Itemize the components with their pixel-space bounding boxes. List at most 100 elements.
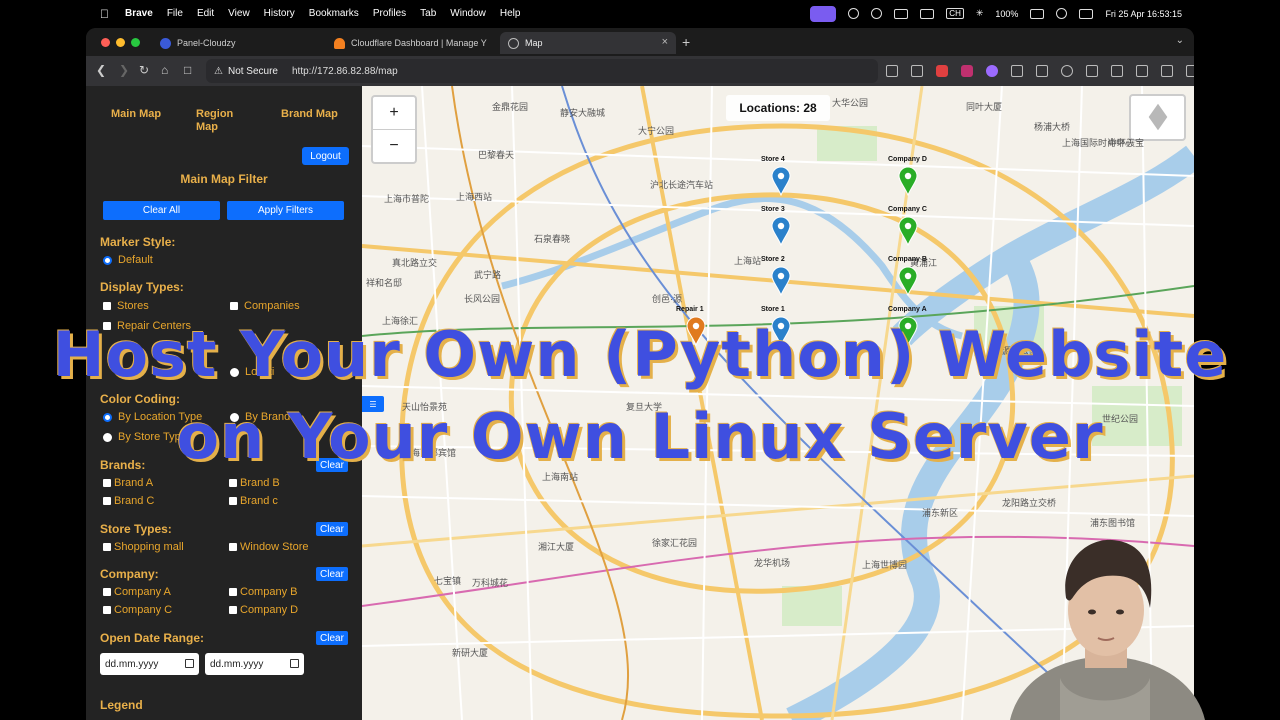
back-button[interactable]: ❮	[96, 63, 106, 77]
bluetooth-icon[interactable]: ✳	[976, 8, 984, 19]
checkbox[interactable]	[103, 497, 111, 505]
checkbox[interactable]	[229, 497, 237, 505]
control-center-icon[interactable]	[1079, 8, 1094, 19]
extension-icon[interactable]	[1036, 65, 1048, 77]
reload-button[interactable]: ↻	[139, 63, 149, 77]
checkbox[interactable]	[103, 588, 111, 596]
map-marker-pin-icon[interactable]	[771, 166, 791, 196]
extensions-icon[interactable]	[1111, 65, 1123, 77]
wifi-icon[interactable]	[1056, 8, 1068, 19]
key-icon[interactable]	[886, 65, 898, 77]
new-tab-button[interactable]: +	[682, 34, 690, 50]
map-marker-pin-icon[interactable]	[898, 166, 918, 196]
map-marker-pin-icon[interactable]	[771, 266, 791, 296]
map-marker-pin-icon[interactable]	[771, 216, 791, 246]
company-a[interactable]: Company A	[103, 586, 171, 598]
marker-style-default[interactable]: Default	[103, 254, 153, 266]
extension-icon[interactable]	[1086, 65, 1098, 77]
tab-panel-cloudzy[interactable]: Panel-Cloudzy	[152, 32, 322, 54]
checkbox[interactable]	[229, 606, 237, 614]
end-date-input[interactable]: dd.mm.yyyy	[205, 653, 304, 675]
status-icon[interactable]	[894, 8, 909, 19]
zoom-out-button[interactable]: −	[373, 130, 415, 162]
wallet-icon[interactable]	[1161, 65, 1173, 77]
display-companies[interactable]: Companies	[230, 300, 300, 312]
bookmark-button[interactable]: □	[184, 63, 191, 77]
address-bar[interactable]: ⚠ Not Secure http://172.86.82.88/map	[206, 59, 878, 83]
close-window-button[interactable]	[101, 38, 110, 47]
vpn-icon[interactable]	[1186, 65, 1194, 77]
checkbox[interactable]	[103, 543, 111, 551]
clock[interactable]: Fri 25 Apr 16:53:15	[1105, 9, 1182, 19]
status-icon[interactable]	[848, 8, 860, 19]
checkbox[interactable]	[229, 588, 237, 596]
display-stores[interactable]: Stores	[103, 300, 149, 312]
close-tab-icon[interactable]: ×	[662, 36, 668, 48]
company-d[interactable]: Company D	[229, 604, 298, 616]
map-marker-pin-icon[interactable]	[898, 216, 918, 246]
share-icon[interactable]	[911, 65, 923, 77]
clear-all-button[interactable]: Clear All	[103, 201, 220, 220]
open-date-clear-button[interactable]: Clear	[316, 631, 348, 645]
extension-icon[interactable]	[1061, 65, 1073, 77]
nav-region-map[interactable]: Region Map	[196, 108, 256, 134]
checkbox[interactable]	[229, 479, 237, 487]
home-button[interactable]: ⌂	[161, 63, 168, 77]
brand-a[interactable]: Brand A	[103, 477, 153, 489]
nav-main-map[interactable]: Main Map	[111, 108, 171, 134]
store-types-clear-button[interactable]: Clear	[316, 522, 348, 536]
menu-bookmarks[interactable]: Bookmarks	[309, 8, 359, 19]
input-source[interactable]: CH	[946, 8, 964, 19]
company-c[interactable]: Company C	[103, 604, 172, 616]
zoom-window-button[interactable]	[131, 38, 140, 47]
security-label[interactable]: Not Secure	[228, 66, 278, 77]
chevron-down-icon[interactable]: ⌄	[1176, 35, 1184, 46]
screen-share-icon[interactable]	[810, 5, 837, 22]
extension-icon[interactable]	[986, 65, 998, 77]
forward-button[interactable]: ❯	[119, 63, 129, 77]
calendar-icon[interactable]	[290, 659, 299, 668]
apply-filters-button[interactable]: Apply Filters	[227, 201, 344, 220]
checkbox[interactable]	[103, 606, 111, 614]
checkbox[interactable]	[230, 302, 238, 310]
layers-control[interactable]	[1129, 94, 1186, 141]
menu-file[interactable]: File	[167, 8, 183, 19]
url-text[interactable]: http://172.86.82.88/map	[292, 66, 398, 77]
brave-rewards-icon[interactable]	[961, 65, 973, 77]
calendar-icon[interactable]	[185, 659, 194, 668]
menu-help[interactable]: Help	[500, 8, 521, 19]
nav-brand-map[interactable]: Brand Map	[281, 108, 341, 134]
brand-c-lower[interactable]: Brand c	[229, 495, 278, 507]
sidebar-icon[interactable]	[1136, 65, 1148, 77]
checkbox[interactable]	[229, 543, 237, 551]
brave-shields-icon[interactable]	[936, 65, 948, 77]
logout-button[interactable]: Logout	[302, 147, 349, 165]
menu-profiles[interactable]: Profiles	[373, 8, 406, 19]
store-type-window-store[interactable]: Window Store	[229, 541, 308, 553]
extension-icon[interactable]	[1011, 65, 1023, 77]
menu-app-name[interactable]: Brave	[125, 8, 153, 19]
store-type-shopping-mall[interactable]: Shopping mall	[103, 541, 184, 553]
menu-tab[interactable]: Tab	[420, 8, 436, 19]
battery-icon[interactable]	[1030, 8, 1045, 19]
map-marker-pin-icon[interactable]	[898, 266, 918, 296]
company-b[interactable]: Company B	[229, 586, 297, 598]
apple-icon[interactable]: 	[100, 7, 109, 21]
checkbox[interactable]	[103, 479, 111, 487]
company-clear-button[interactable]: Clear	[316, 567, 348, 581]
menu-history[interactable]: History	[264, 8, 295, 19]
menu-view[interactable]: View	[228, 8, 250, 19]
brand-c[interactable]: Brand C	[103, 495, 154, 507]
tab-map[interactable]: Map ×	[500, 32, 676, 54]
start-date-input[interactable]: dd.mm.yyyy	[100, 653, 199, 675]
window-icon[interactable]	[920, 8, 935, 19]
menu-edit[interactable]: Edit	[197, 8, 214, 19]
tab-cloudflare[interactable]: Cloudflare Dashboard | Manage Y	[326, 32, 496, 54]
status-icon[interactable]	[871, 8, 883, 19]
minimize-window-button[interactable]	[116, 38, 125, 47]
menu-window[interactable]: Window	[450, 8, 486, 19]
zoom-in-button[interactable]: +	[373, 97, 415, 129]
radio-selected[interactable]	[103, 255, 112, 265]
brand-b[interactable]: Brand B	[229, 477, 280, 489]
checkbox[interactable]	[103, 302, 111, 310]
